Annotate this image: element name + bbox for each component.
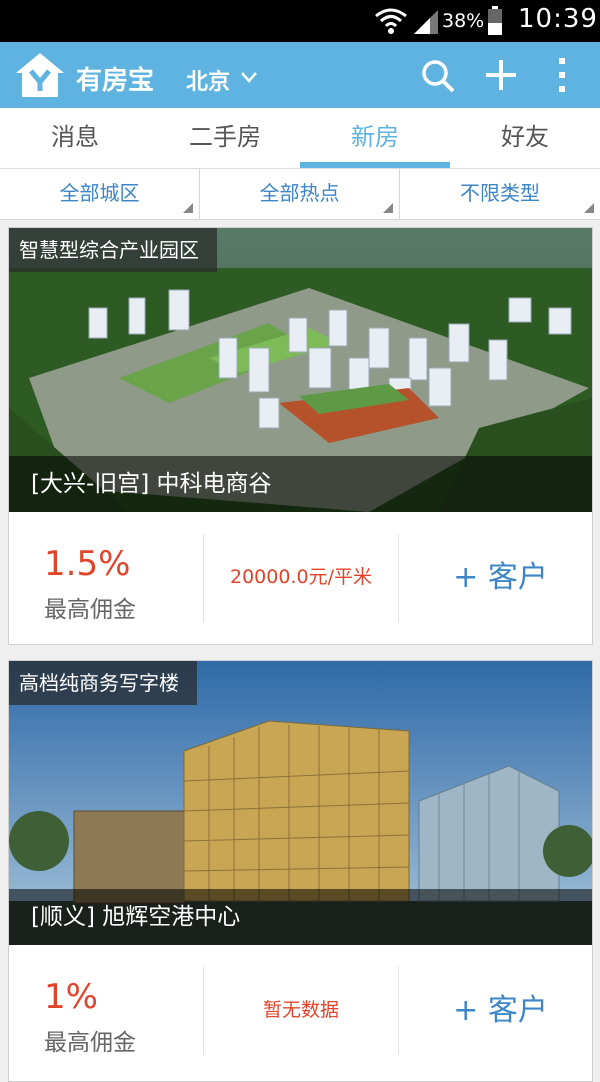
filter-hotspot-label: 全部热点	[259, 181, 340, 205]
filter-type[interactable]: 不限类型	[400, 169, 600, 219]
wifi-icon	[375, 8, 407, 34]
commission-rate: 1.5%	[44, 544, 131, 584]
filter-district[interactable]: 全部城区	[0, 169, 199, 219]
tab-second-hand[interactable]: 二手房	[150, 108, 300, 168]
city-selector[interactable]: 北京	[186, 64, 230, 96]
battery-icon	[488, 6, 502, 35]
listing-info: 1.5% 最高佣金 20000.0元/平米 + 客户	[9, 512, 592, 643]
listing-title: [大兴-旧宫] 中科电商谷	[9, 456, 592, 512]
signal-icon	[414, 10, 438, 34]
add-client-button[interactable]: + 客户	[409, 512, 592, 643]
filter-bar: 全部城区 全部热点 不限类型	[0, 169, 600, 220]
listing-photo[interactable]: 智慧型综合产业园区 [大兴-旧宫] 中科电商谷	[9, 228, 592, 512]
search-icon[interactable]	[420, 58, 456, 94]
listing-tag: 智慧型综合产业园区	[9, 228, 217, 272]
listing-card[interactable]: 高档纯商务写字楼 [顺义] 旭辉空港中心 1% 最高佣金 暂无数据 + 客户	[8, 660, 593, 1082]
listing-price: 20000.0元/平米	[230, 566, 372, 588]
app-title: 有房宝	[76, 66, 155, 96]
battery-percent: 38%	[442, 10, 485, 32]
commission-rate: 1%	[44, 977, 98, 1017]
tab-bar: 消息 二手房 新房 好友	[0, 108, 600, 169]
clock: 10:39	[518, 4, 598, 34]
tab-friends[interactable]: 好友	[450, 108, 600, 168]
filter-hotspot[interactable]: 全部热点	[200, 169, 399, 219]
dropdown-corner-icon	[584, 203, 594, 213]
tab-new-homes[interactable]: 新房	[300, 108, 450, 168]
chevron-down-icon[interactable]	[240, 70, 258, 84]
commission-label: 最高佣金	[44, 597, 136, 623]
more-vertical-icon[interactable]	[552, 56, 572, 94]
filter-district-label: 全部城区	[59, 181, 140, 205]
divider	[398, 534, 399, 622]
tab-indicator	[300, 162, 450, 168]
commission-label: 最高佣金	[44, 1030, 136, 1056]
logo-icon	[16, 53, 64, 97]
listing-tag: 高档纯商务写字楼	[9, 661, 197, 705]
filter-type-label: 不限类型	[460, 181, 540, 205]
plus-icon[interactable]	[484, 58, 518, 92]
tab-messages[interactable]: 消息	[0, 108, 150, 168]
dropdown-corner-icon	[183, 203, 193, 213]
app-bar: 有房宝 北京	[0, 42, 600, 108]
listing-photo[interactable]: 高档纯商务写字楼 [顺义] 旭辉空港中心	[9, 661, 592, 945]
listing-price: 暂无数据	[262, 999, 339, 1021]
divider	[398, 967, 399, 1055]
status-bar: 38% 10:39	[0, 0, 600, 42]
add-client-button[interactable]: + 客户	[409, 945, 592, 1076]
listing-card[interactable]: 智慧型综合产业园区 [大兴-旧宫] 中科电商谷 1.5% 最高佣金 20000.…	[8, 227, 593, 645]
dropdown-corner-icon	[383, 203, 393, 213]
listing-info: 1% 最高佣金 暂无数据 + 客户	[9, 945, 592, 1076]
listing-title: [顺义] 旭辉空港中心	[9, 889, 592, 945]
